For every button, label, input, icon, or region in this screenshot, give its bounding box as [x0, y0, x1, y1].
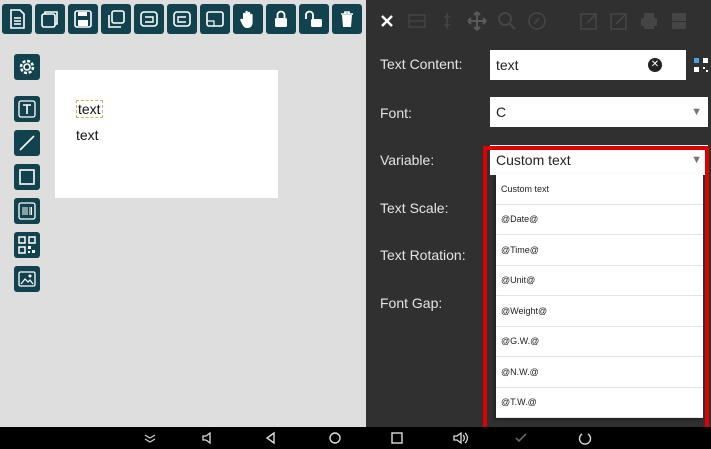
image-tool-icon — [18, 271, 36, 287]
dropdown-arrow-icon: ▼ — [691, 154, 702, 166]
undo-button[interactable] — [134, 4, 164, 34]
text-content-label: Text Content: — [380, 56, 463, 72]
top-toolbar — [2, 4, 362, 38]
align-horizontal-button[interactable] — [402, 6, 432, 36]
font-gap-label: Font Gap: — [380, 295, 443, 311]
undo-icon — [140, 11, 158, 27]
back-icon[interactable] — [263, 430, 279, 446]
power-icon[interactable] — [577, 430, 593, 446]
trash-icon — [341, 11, 353, 27]
unlock-button[interactable] — [299, 4, 329, 34]
text-scale-label: Text Scale: — [380, 200, 449, 216]
zoom-icon — [498, 12, 516, 30]
volume-down-icon[interactable] — [200, 430, 216, 446]
layers-button[interactable] — [35, 4, 65, 34]
pan-button[interactable] — [233, 4, 263, 34]
align-vertical-button[interactable] — [432, 6, 462, 36]
lock-button[interactable] — [266, 4, 296, 34]
frame-button[interactable] — [200, 4, 230, 34]
frame-icon — [206, 11, 224, 27]
dropdown-option[interactable]: @Date@ — [496, 205, 703, 235]
variable-dropdown-list: Custom text @Date@ @Time@ @Unit@ @Weight… — [496, 174, 703, 418]
print-icon — [641, 13, 657, 29]
rectangle-tool-icon — [19, 169, 35, 185]
dropdown-option[interactable]: @Weight@ — [496, 296, 703, 327]
clear-icon[interactable]: ✕ — [648, 58, 662, 72]
qr-tool-icon — [18, 236, 36, 254]
lock-icon — [275, 10, 287, 27]
canvas-text-object[interactable]: text — [76, 127, 99, 143]
recent-apps-icon[interactable] — [389, 430, 405, 446]
variable-value: Custom text — [496, 152, 571, 168]
unlock-icon — [305, 10, 322, 27]
dropdown-option[interactable]: @Time@ — [496, 235, 703, 266]
dropdown-arrow-icon: ▼ — [691, 106, 702, 118]
side-toolbar — [14, 54, 42, 300]
edit-button[interactable] — [604, 6, 634, 36]
delete-button[interactable] — [332, 4, 362, 34]
dropdown-option[interactable]: @T.W.@ — [496, 388, 703, 418]
hand-icon — [240, 10, 253, 28]
text-content-input[interactable]: text ✕ — [490, 50, 686, 80]
save-button[interactable] — [68, 4, 98, 34]
android-navbar — [0, 427, 711, 449]
rotate-button[interactable] — [522, 6, 552, 36]
settings-button[interactable] — [14, 54, 40, 80]
dropdown-option[interactable]: @Unit@ — [496, 266, 703, 296]
redo-button[interactable] — [167, 4, 197, 34]
close-icon — [381, 15, 393, 27]
qr-code-icon[interactable] — [693, 57, 709, 73]
document-icon — [10, 9, 25, 29]
redo-icon — [173, 11, 191, 27]
text-tool-icon — [18, 100, 36, 118]
barcode-tool-button[interactable] — [14, 198, 40, 224]
dropdown-option[interactable]: Custom text — [496, 174, 703, 205]
layers-icon — [41, 11, 58, 28]
label-canvas[interactable]: text text — [55, 70, 278, 198]
save-icon — [74, 10, 92, 28]
qr-tool-button[interactable] — [14, 232, 40, 258]
text-content-value: text — [496, 57, 519, 73]
dropdown-option[interactable]: @G.W.@ — [496, 327, 703, 357]
text-tool-button[interactable] — [14, 96, 40, 122]
image-tool-button[interactable] — [14, 266, 40, 292]
variable-select[interactable]: Custom text ▼ — [490, 145, 708, 175]
close-panel-button[interactable] — [372, 6, 402, 36]
text-rotation-label: Text Rotation: — [380, 247, 466, 263]
rectangle-tool-button[interactable] — [14, 164, 40, 190]
font-value: C — [496, 104, 507, 120]
dropdown-option[interactable]: @N.W.@ — [496, 357, 703, 388]
rotate-icon — [528, 12, 546, 30]
font-label: Font: — [380, 105, 412, 121]
line-tool-button[interactable] — [14, 130, 40, 156]
edit-icon — [610, 13, 627, 30]
volume-up-icon[interactable] — [452, 430, 468, 446]
move-button[interactable] — [462, 6, 492, 36]
gear-icon — [19, 59, 35, 75]
zoom-button[interactable] — [492, 6, 522, 36]
properties-toolbar — [372, 4, 694, 38]
variable-label: Variable: — [380, 152, 435, 168]
label-settings-button[interactable] — [664, 6, 694, 36]
align-vertical-icon — [444, 13, 450, 29]
export-icon — [580, 13, 597, 30]
line-tool-icon — [19, 135, 35, 151]
new-document-button[interactable] — [2, 4, 32, 34]
move-icon — [467, 11, 487, 31]
align-horizontal-icon — [408, 14, 426, 28]
editor-area: text text — [0, 0, 366, 427]
barcode-tool-icon — [18, 202, 36, 220]
collapse-chevron-icon[interactable] — [142, 430, 158, 446]
copy-icon — [108, 10, 125, 28]
home-icon[interactable] — [327, 430, 343, 446]
settings-icon — [672, 13, 686, 29]
canvas-text-object[interactable]: text — [76, 100, 103, 118]
copy-button[interactable] — [101, 4, 131, 34]
confirm-icon[interactable] — [513, 430, 529, 446]
font-select[interactable]: C ▼ — [490, 97, 708, 127]
print-button[interactable] — [634, 6, 664, 36]
export-button[interactable] — [574, 6, 604, 36]
